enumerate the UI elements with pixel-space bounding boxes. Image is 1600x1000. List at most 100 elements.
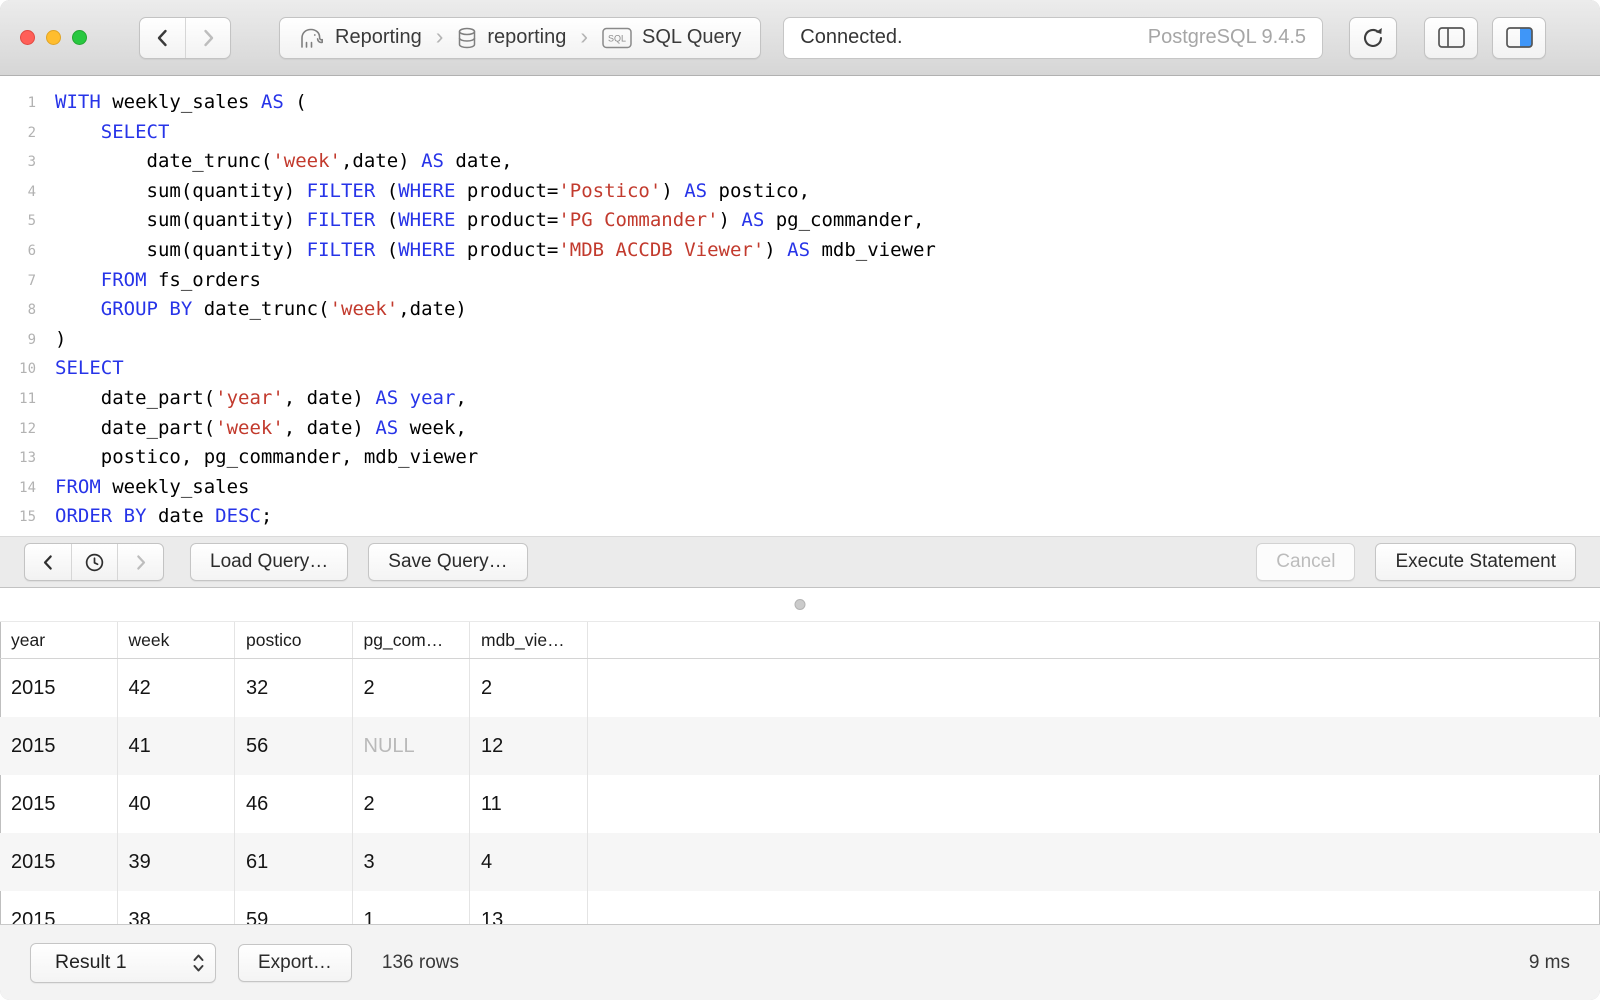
execute-statement-button[interactable]: Execute Statement bbox=[1375, 543, 1576, 581]
query-duration: 9 ms bbox=[1529, 952, 1570, 974]
next-query-button[interactable] bbox=[117, 544, 163, 580]
column-header[interactable]: week bbox=[118, 622, 236, 658]
sql-text: postico, bbox=[707, 180, 810, 202]
code-text: sum(quantity) FILTER (WHERE product='PG … bbox=[36, 206, 924, 236]
close-icon[interactable] bbox=[20, 30, 35, 45]
breadcrumb: Reporting › reporting › SQL SQL Query bbox=[279, 17, 761, 59]
previous-query-button[interactable] bbox=[25, 544, 71, 580]
line-number: 14 bbox=[0, 473, 36, 503]
sql-string: 'MDB ACCDB Viewer' bbox=[558, 239, 764, 261]
table-row[interactable]: 2015396134 bbox=[0, 833, 1600, 891]
save-query-button[interactable]: Save Query… bbox=[368, 543, 527, 581]
table-cell-filler bbox=[588, 891, 1600, 924]
breadcrumb-sql-query[interactable]: SQL SQL Query bbox=[589, 18, 754, 58]
column-header[interactable]: mdb_vie… bbox=[470, 622, 588, 658]
code-line[interactable]: 4 sum(quantity) FILTER (WHERE product='P… bbox=[0, 177, 1600, 207]
zoom-icon[interactable] bbox=[72, 30, 87, 45]
refresh-button[interactable] bbox=[1349, 17, 1397, 59]
table-cell-filler bbox=[588, 775, 1600, 833]
code-line[interactable]: 2 SELECT bbox=[0, 118, 1600, 148]
table-row[interactable]: 20154046211 bbox=[0, 775, 1600, 833]
sql-text: weekly_sales bbox=[101, 91, 261, 113]
code-text: sum(quantity) FILTER (WHERE product='MDB… bbox=[36, 236, 936, 266]
sql-editor[interactable]: 1WITH weekly_sales AS (2 SELECT3 date_tr… bbox=[0, 76, 1600, 536]
column-header[interactable]: pg_com… bbox=[353, 622, 471, 658]
code-line[interactable]: 8 GROUP BY date_trunc('week',date) bbox=[0, 295, 1600, 325]
result-selector[interactable]: Result 1 bbox=[30, 943, 216, 983]
cancel-button[interactable]: Cancel bbox=[1256, 543, 1355, 581]
code-line[interactable]: 7 FROM fs_orders bbox=[0, 266, 1600, 296]
table-cell-filler bbox=[588, 717, 1600, 775]
sql-string: 'week' bbox=[272, 150, 341, 172]
column-header[interactable]: year bbox=[0, 622, 118, 658]
sql-keyword: ORDER BY bbox=[55, 505, 147, 527]
sql-text: postico, pg_commander, mdb_viewer bbox=[55, 446, 478, 468]
query-history-button[interactable] bbox=[71, 544, 117, 580]
table-cell: 2015 bbox=[0, 775, 118, 833]
minimize-icon[interactable] bbox=[46, 30, 61, 45]
back-button[interactable] bbox=[140, 18, 185, 58]
breadcrumb-server[interactable]: Reporting bbox=[286, 18, 435, 58]
table-cell: NULL bbox=[353, 717, 471, 775]
code-line[interactable]: 11 date_part('year', date) AS year, bbox=[0, 384, 1600, 414]
code-line[interactable]: 14 FROM weekly_sales bbox=[0, 473, 1600, 503]
code-line[interactable]: 9) bbox=[0, 325, 1600, 355]
sql-keyword: AS bbox=[375, 417, 398, 439]
splitter-handle-icon[interactable] bbox=[795, 599, 806, 610]
code-line[interactable]: 13 postico, pg_commander, mdb_viewer bbox=[0, 443, 1600, 473]
code-text: postico, pg_commander, mdb_viewer bbox=[36, 443, 478, 473]
sql-text: date_trunc( bbox=[55, 150, 272, 172]
sql-text: product= bbox=[455, 209, 558, 231]
sql-text: ) bbox=[764, 239, 787, 261]
sql-string: 'week' bbox=[215, 417, 284, 439]
table-cell: 2 bbox=[470, 659, 588, 717]
code-line[interactable]: 12 date_part('week', date) AS week, bbox=[0, 414, 1600, 444]
table-row[interactable]: 20154156NULL12 bbox=[0, 717, 1600, 775]
code-line[interactable]: 5 sum(quantity) FILTER (WHERE product='P… bbox=[0, 206, 1600, 236]
load-query-button[interactable]: Load Query… bbox=[190, 543, 348, 581]
table-cell-filler bbox=[588, 659, 1600, 717]
sql-keyword: FROM bbox=[101, 269, 147, 291]
postico-window: Reporting › reporting › SQL SQL Query bbox=[0, 0, 1600, 1000]
table-cell: 39 bbox=[118, 833, 236, 891]
sql-keyword: AS bbox=[787, 239, 810, 261]
window-controls bbox=[20, 30, 87, 45]
sql-text: mdb_viewer bbox=[810, 239, 936, 261]
line-number: 13 bbox=[0, 443, 36, 473]
table-cell: 2 bbox=[353, 775, 471, 833]
result-selector-label: Result 1 bbox=[55, 951, 127, 974]
sql-text: date_part( bbox=[55, 417, 215, 439]
chevron-left-icon bbox=[152, 27, 174, 49]
table-cell-filler bbox=[588, 833, 1600, 891]
sql-text: weekly_sales bbox=[101, 476, 250, 498]
code-text: date_part('week', date) AS week, bbox=[36, 414, 467, 444]
table-row[interactable]: 2015423222 bbox=[0, 659, 1600, 717]
table-row[interactable]: 20153859113 bbox=[0, 891, 1600, 924]
sql-text: ( bbox=[375, 209, 398, 231]
code-line[interactable]: 6 sum(quantity) FILTER (WHERE product='M… bbox=[0, 236, 1600, 266]
table-cell: 3 bbox=[353, 833, 471, 891]
sql-text: pg_commander, bbox=[764, 209, 924, 231]
export-button[interactable]: Export… bbox=[238, 944, 352, 982]
code-line[interactable]: 15ORDER BY date DESC; bbox=[0, 502, 1600, 532]
column-header[interactable]: postico bbox=[235, 622, 353, 658]
sql-text bbox=[398, 387, 409, 409]
code-line[interactable]: 3 date_trunc('week',date) AS date, bbox=[0, 147, 1600, 177]
sql-string: 'PG Commander' bbox=[558, 209, 718, 231]
sql-keyword: FROM bbox=[55, 476, 101, 498]
forward-button[interactable] bbox=[185, 18, 230, 58]
table-cell: 13 bbox=[470, 891, 588, 924]
toggle-left-panel-button[interactable] bbox=[1424, 17, 1478, 59]
table-cell: 2015 bbox=[0, 717, 118, 775]
code-line[interactable]: 1WITH weekly_sales AS ( bbox=[0, 88, 1600, 118]
code-text: date_part('year', date) AS year, bbox=[36, 384, 467, 414]
query-history-navigation bbox=[24, 543, 164, 581]
line-number: 1 bbox=[0, 88, 36, 118]
code-line[interactable]: 10SELECT bbox=[0, 354, 1600, 384]
code-text: WITH weekly_sales AS ( bbox=[36, 88, 307, 118]
splitter[interactable] bbox=[0, 588, 1600, 621]
table-cell: 59 bbox=[235, 891, 353, 924]
breadcrumb-database[interactable]: reporting bbox=[444, 18, 579, 58]
line-number: 3 bbox=[0, 147, 36, 177]
toggle-right-panel-button[interactable] bbox=[1492, 17, 1546, 59]
